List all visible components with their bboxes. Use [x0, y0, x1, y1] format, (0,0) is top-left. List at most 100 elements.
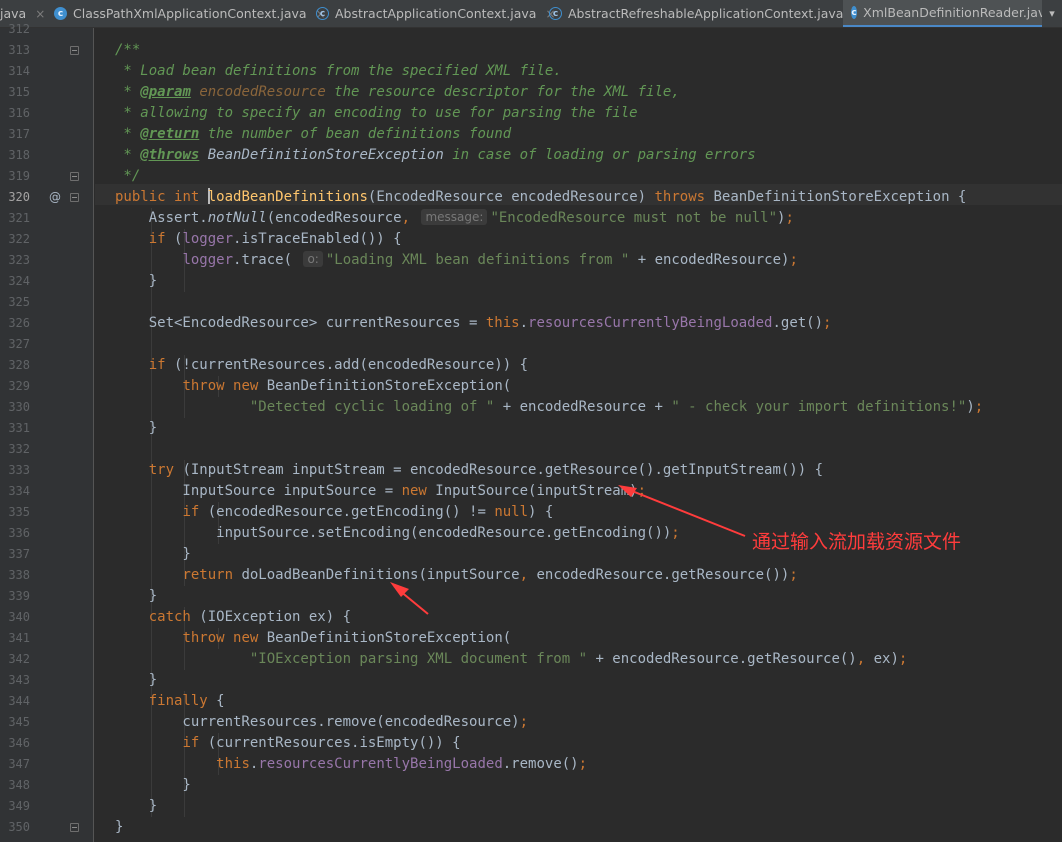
line-number: 330 — [8, 400, 30, 414]
line-number: 342 — [8, 652, 30, 666]
code-line: * @param encodedResource the resource de… — [115, 84, 680, 100]
code-line: } — [115, 819, 124, 835]
abstract-class-icon: c — [549, 7, 562, 20]
param-hint: message: — [421, 209, 488, 225]
tab-label: java — [0, 6, 27, 21]
line-number: 337 — [8, 547, 30, 561]
line-number: 339 — [8, 589, 30, 603]
line-number: 329 — [8, 379, 30, 393]
line-number: 325 — [8, 295, 30, 309]
line-number: 315 — [8, 85, 30, 99]
code-line: Set<EncodedResource> currentResources = … — [115, 315, 832, 331]
code-line: /** — [115, 42, 141, 58]
line-number: 343 — [8, 673, 30, 687]
line-number: 336 — [8, 526, 30, 540]
tab-xmlbeandefinitionreader[interactable]: c XmlBeanDefinitionReader.java — [843, 0, 1053, 27]
code-line: if (currentResources.isEmpty()) { — [182, 735, 461, 751]
tab-label: ClassPathXmlApplicationContext.java — [73, 6, 307, 21]
param-hint: o: — [303, 251, 323, 267]
line-number: 326 — [8, 316, 30, 330]
fold-method-end-icon[interactable] — [70, 823, 79, 832]
tab-abstractapplicationcontext[interactable]: c AbstractApplicationContext.java × — [316, 0, 556, 27]
code-line: logger.trace( o: "Loading XML bean defini… — [182, 251, 798, 268]
tab-label: AbstractApplicationContext.java — [335, 6, 537, 21]
line-number: 341 — [8, 631, 30, 645]
line-number: 335 — [8, 505, 30, 519]
code-line: "IOException parsing XML document from "… — [249, 651, 908, 667]
tab-label: AbstractRefreshableApplicationContext.ja… — [568, 6, 844, 21]
code-line: * allowing to specify an encoding to use… — [115, 105, 638, 121]
line-number: 347 — [8, 757, 30, 771]
line-number: 338 — [8, 568, 30, 582]
annotation-text: 通过输入流加载资源文件 — [752, 531, 962, 553]
line-number: 322 — [8, 232, 30, 246]
tab-abstractrefreshableapplicationcontext[interactable]: c AbstractRefreshableApplicationContext.… — [549, 0, 862, 27]
code-line: this.resourcesCurrentlyBeingLoaded.remov… — [216, 756, 588, 772]
line-number: 328 — [8, 358, 30, 372]
line-number: 313 — [8, 43, 30, 57]
code-line: * @throws BeanDefinitionStoreException i… — [115, 147, 756, 163]
code-line: } — [115, 777, 191, 793]
line-number: 319 — [8, 169, 30, 183]
line-number: 327 — [8, 337, 30, 351]
code-line: * Load bean definitions from the specifi… — [115, 63, 562, 79]
line-number: 348 — [8, 778, 30, 792]
code-line: inputSource.setEncoding(encodedResource.… — [115, 525, 680, 541]
line-number: 344 — [8, 694, 30, 708]
code-line: Assert.notNull(encodedResource, message:… — [115, 209, 794, 226]
code-line: } — [115, 546, 191, 562]
code-line: if (logger.isTraceEnabled()) { — [148, 231, 402, 247]
fold-method-start-icon[interactable] — [70, 193, 79, 202]
code-line: public int loadBeanDefinitions(EncodedRe… — [115, 188, 967, 205]
line-number: 350 — [8, 820, 30, 834]
abstract-class-icon: c — [316, 7, 329, 20]
line-number: 349 — [8, 799, 30, 813]
code-line: } — [115, 420, 158, 436]
line-number: 323 — [8, 253, 30, 267]
code-line: finally { — [148, 693, 225, 709]
class-icon: c — [54, 7, 67, 20]
line-number: 317 — [8, 127, 30, 141]
code-line: } — [115, 273, 158, 289]
line-number: 314 — [8, 64, 30, 78]
line-number: 316 — [8, 106, 30, 120]
line-number: 318 — [8, 148, 30, 162]
fold-javadoc-start-icon[interactable] — [70, 46, 79, 55]
code-line: } — [115, 588, 158, 604]
code-line: try (InputStream inputStream = encodedRe… — [148, 462, 824, 478]
code-line: catch (IOException ex) { — [148, 609, 352, 625]
line-number: 331 — [8, 421, 30, 435]
line-number: 321 — [8, 211, 30, 225]
tab-overflow-icon[interactable]: ▾ — [1042, 0, 1062, 27]
line-number: 333 — [8, 463, 30, 477]
code-line: throw new BeanDefinitionStoreException( — [182, 630, 512, 646]
line-number: 324 — [8, 274, 30, 288]
override-marker-icon[interactable]: @ — [49, 190, 61, 204]
code-line: * @return the number of bean definitions… — [115, 126, 512, 142]
line-number: 334 — [8, 484, 30, 498]
fold-javadoc-end-icon[interactable] — [70, 172, 79, 181]
close-icon[interactable]: × — [35, 7, 45, 21]
code-line: */ — [115, 168, 141, 184]
code-line: if (!currentResources.add(encodedResourc… — [148, 357, 529, 373]
code-editor[interactable]: /** * Load bean definitions from the spe… — [95, 28, 1062, 842]
line-number: 332 — [8, 442, 30, 456]
line-number: 312 — [8, 22, 30, 36]
code-line: if (encodedResource.getEncoding() != nul… — [182, 504, 554, 520]
tab-classpathxmlapplicationcontext[interactable]: c ClassPathXmlApplicationContext.java × — [54, 0, 326, 27]
code-line: throw new BeanDefinitionStoreException( — [182, 378, 512, 394]
tab-label: XmlBeanDefinitionReader.java — [863, 5, 1053, 20]
code-line: } — [115, 672, 158, 688]
code-line: return doLoadBeanDefinitions(inputSource… — [182, 567, 798, 583]
line-number: 320 — [8, 190, 30, 204]
editor-tab-bar: java × c ClassPathXmlApplicationContext.… — [0, 0, 1062, 28]
class-icon: c — [851, 6, 858, 19]
line-number: 346 — [8, 736, 30, 750]
code-line: InputSource inputSource = new InputSourc… — [115, 483, 647, 499]
line-number: 340 — [8, 610, 30, 624]
code-line: currentResources.remove(encodedResource)… — [115, 714, 529, 730]
code-line: "Detected cyclic loading of " + encodedR… — [249, 399, 984, 415]
line-number-gutter[interactable]: 312 313 314 315 316 317 318 319 320 321 322 323 324 3… — [0, 22, 94, 842]
code-line: } — [115, 798, 158, 814]
line-number: 345 — [8, 715, 30, 729]
